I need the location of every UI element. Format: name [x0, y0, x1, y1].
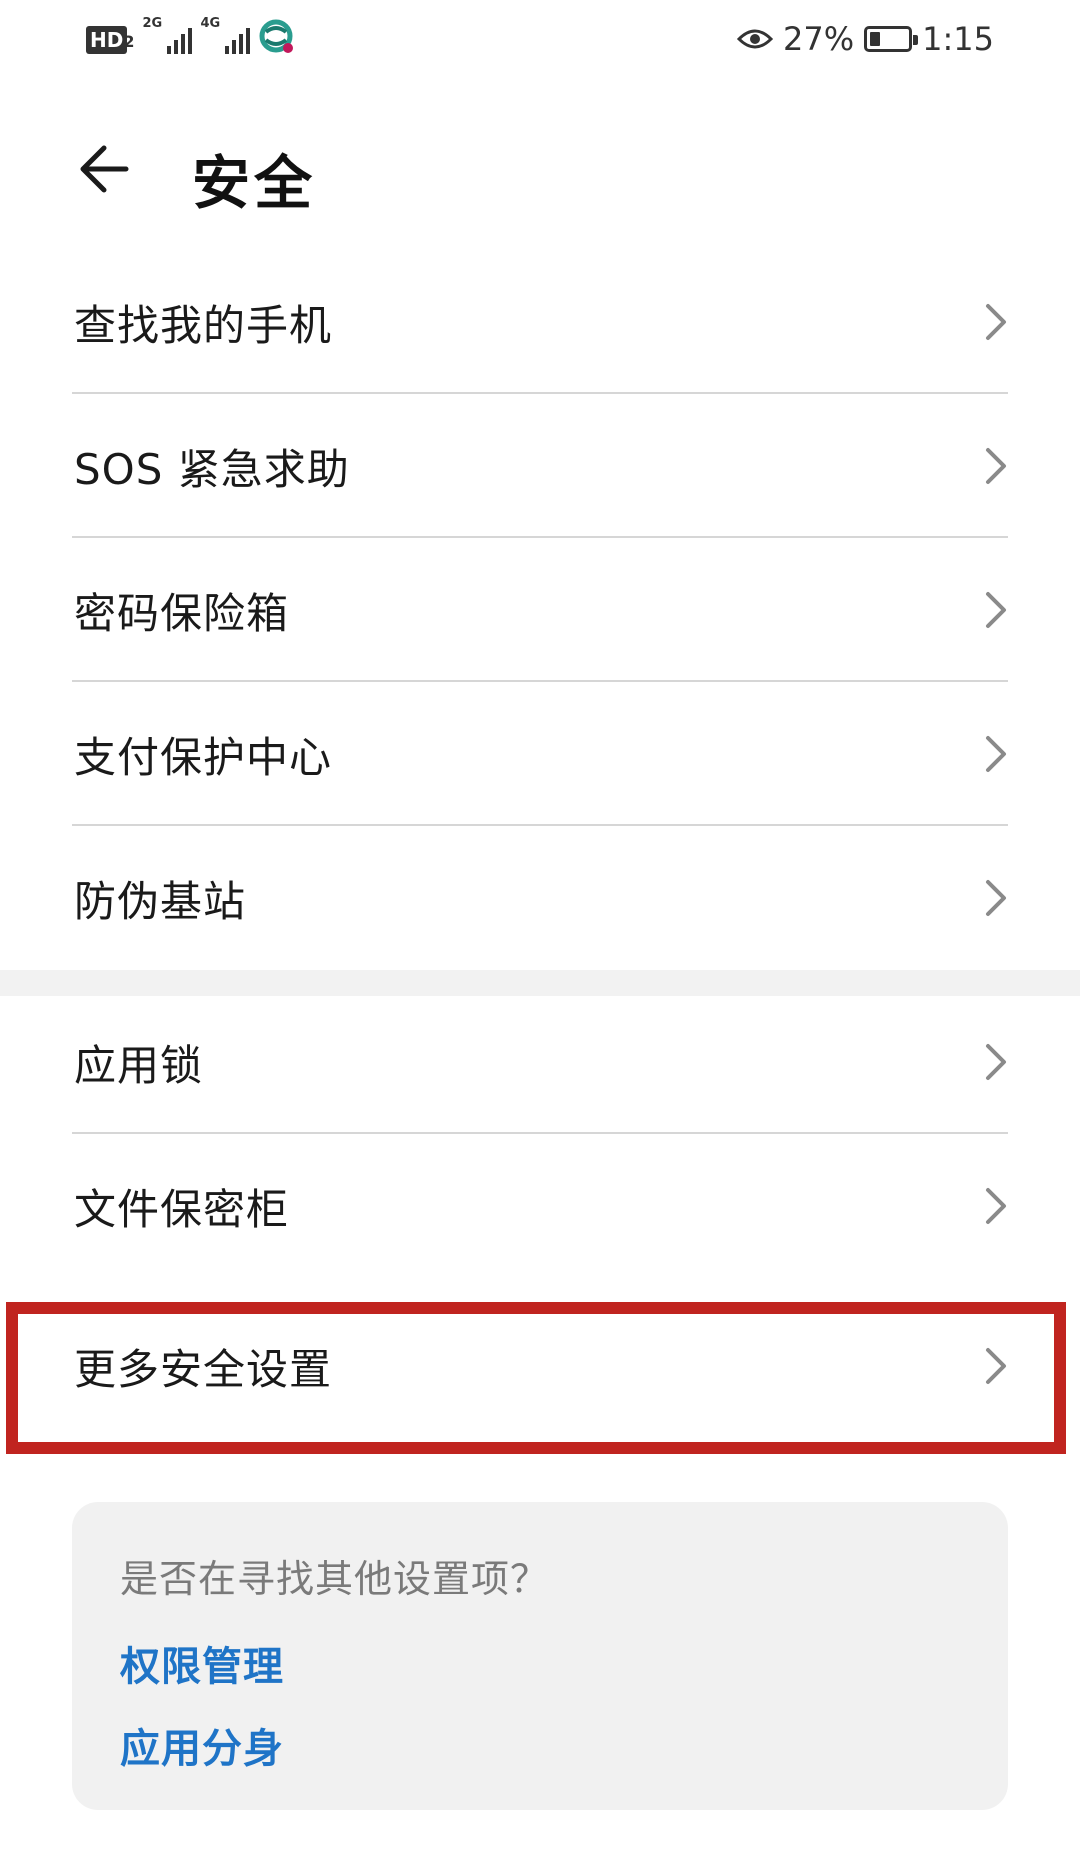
hd-voice-icon: HD2 — [86, 26, 134, 54]
menu-item-label: SOS 紧急求助 — [74, 444, 350, 494]
menu-item-find-my-phone[interactable]: 查找我的手机 — [0, 250, 1080, 394]
signal-4g-icon: 4G — [200, 16, 251, 54]
chevron-right-icon — [986, 448, 1006, 484]
menu-item-password-vault[interactable]: 密码保险箱 — [0, 538, 1080, 682]
chevron-right-icon — [986, 304, 1006, 340]
chevron-right-icon — [986, 592, 1006, 628]
chevron-right-icon — [986, 1188, 1006, 1224]
hd-sub-label: 2 — [123, 32, 135, 51]
page-title: 安全 — [192, 149, 317, 217]
menu-item-sos[interactable]: SOS 紧急求助 — [0, 394, 1080, 538]
chevron-right-icon — [986, 1044, 1006, 1080]
menu-item-label: 密码保险箱 — [74, 588, 290, 638]
menu-item-file-safe[interactable]: 文件保密柜 — [0, 1134, 1080, 1278]
battery-percent: 27% — [783, 20, 855, 58]
menu-item-more-security-settings[interactable]: 更多安全设置 — [0, 1294, 1080, 1438]
status-bar: HD2 2G 4G 27% 1:15 — [0, 0, 1080, 84]
hd-label: HD — [86, 26, 128, 54]
menu-item-label: 防伪基站 — [74, 876, 247, 926]
back-arrow-icon[interactable] — [74, 134, 144, 204]
menu-item-label: 查找我的手机 — [74, 300, 333, 350]
net-4g-label: 4G — [200, 16, 221, 31]
settings-section-1: 查找我的手机 SOS 紧急求助 密码保险箱 支付保护中心 防伪基站 — [0, 250, 1080, 996]
menu-item-label: 更多安全设置 — [74, 1344, 333, 1394]
status-bar-left: HD2 2G 4G — [86, 16, 294, 54]
settings-section-2: 应用锁 文件保密柜 更多安全设置 — [0, 990, 1080, 1438]
eye-comfort-icon — [737, 29, 774, 49]
battery-fill — [870, 32, 881, 46]
suggestion-card: 是否在寻找其他设置项？ 权限管理 应用分身 — [72, 1502, 1008, 1810]
net-2g-label: 2G — [142, 16, 163, 31]
menu-item-payment-protection[interactable]: 支付保护中心 — [0, 682, 1080, 826]
link-permission-management[interactable]: 权限管理 — [120, 1634, 284, 1692]
menu-item-fake-base-station[interactable]: 防伪基站 — [0, 826, 1080, 970]
carrier-logo-icon — [259, 19, 294, 53]
status-bar-right: 27% 1:15 — [737, 20, 994, 58]
menu-item-label: 文件保密柜 — [74, 1184, 290, 1234]
battery-icon — [864, 26, 919, 52]
clock: 1:15 — [922, 20, 994, 58]
menu-item-app-lock[interactable]: 应用锁 — [0, 990, 1080, 1134]
chevron-right-icon — [986, 736, 1006, 772]
signal-2g-icon: 2G — [142, 16, 193, 54]
menu-item-label: 支付保护中心 — [74, 732, 333, 782]
app-header: 安全 — [0, 110, 1080, 230]
menu-item-label: 应用锁 — [74, 1040, 204, 1090]
link-app-twin[interactable]: 应用分身 — [120, 1716, 284, 1774]
chevron-right-icon — [986, 1348, 1006, 1384]
suggestion-question: 是否在寻找其他设置项？ — [120, 1557, 550, 1601]
chevron-right-icon — [986, 880, 1006, 916]
